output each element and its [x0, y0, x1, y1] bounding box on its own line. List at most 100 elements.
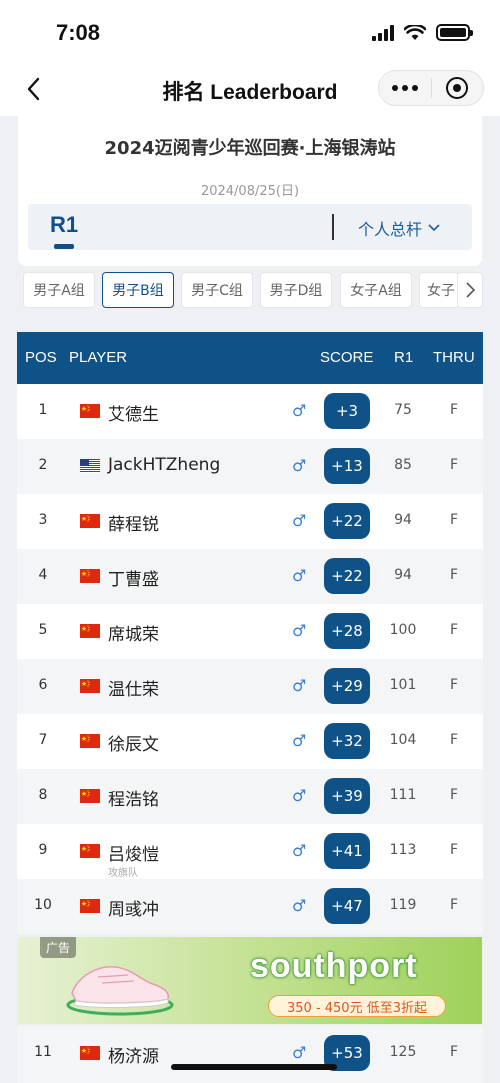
tab-group-1[interactable]: 男子B组: [102, 272, 174, 308]
table-row[interactable]: 1 艾德生 ♂ +3 75 F: [17, 384, 483, 439]
score-badge: +41: [324, 833, 370, 869]
thru-status: F: [449, 512, 459, 528]
cellular-signal-icon: [372, 24, 394, 41]
score-badge: +22: [324, 503, 370, 539]
event-header: 2024迈阅青少年巡回赛·上海银涛站 2024/08/25(日) R1 个人总杆: [18, 116, 482, 266]
close-mini-program-button[interactable]: [432, 71, 483, 105]
male-icon: ♂: [292, 676, 307, 695]
male-icon: ♂: [292, 731, 307, 750]
round-1-score: 75: [394, 402, 412, 418]
score-badge: +29: [324, 668, 370, 704]
table-row[interactable]: 8 程浩铭 ♂ +39 111 F: [17, 769, 483, 824]
tab-group-2[interactable]: 男子C组: [181, 272, 253, 308]
thru-status: F: [449, 897, 459, 913]
thru-status: F: [449, 842, 459, 858]
row-pos: 2: [38, 457, 48, 473]
row-pos: 3: [38, 512, 48, 528]
row-pos: 9: [38, 842, 48, 858]
thru-status: F: [449, 1044, 459, 1060]
table-row[interactable]: 2 JackHTZheng ♂ +13 85 F: [17, 439, 483, 494]
tab-group-0[interactable]: 男子A组: [23, 272, 95, 308]
player-name[interactable]: 周彧冲: [108, 895, 159, 920]
row-pos: 1: [38, 402, 48, 418]
player-team: 攻旗队: [108, 868, 138, 879]
status-icons: [372, 24, 473, 41]
more-options-button[interactable]: [379, 71, 431, 105]
player-name[interactable]: 席城荣: [108, 620, 159, 645]
china-flag-icon: [80, 898, 100, 913]
round-1-score: 119: [389, 897, 417, 913]
round-tab[interactable]: R1: [50, 212, 78, 238]
view-type-dropdown[interactable]: 个人总杆: [358, 216, 440, 240]
thru-status: F: [449, 677, 459, 693]
china-flag-icon: [80, 623, 100, 638]
round-1-score: 94: [394, 567, 412, 583]
view-type-label: 个人总杆: [358, 220, 423, 239]
male-icon: ♂: [292, 841, 307, 860]
player-name[interactable]: 薛程锐: [108, 510, 159, 535]
header-player: PLAYER: [69, 349, 128, 366]
thru-status: F: [449, 622, 459, 638]
score-badge: +32: [324, 723, 370, 759]
table-row[interactable]: 4 丁曹盛 ♂ +22 94 F: [17, 549, 483, 604]
male-icon: ♂: [292, 456, 307, 475]
player-name[interactable]: 温仕荣: [108, 675, 159, 700]
score-badge: +39: [324, 778, 370, 814]
male-icon: ♂: [292, 1043, 307, 1062]
target-close-icon: [446, 77, 469, 99]
tab-group-3[interactable]: 男子D组: [260, 272, 332, 308]
player-name[interactable]: 杨济源: [108, 1042, 159, 1067]
player-name[interactable]: 徐辰文: [108, 730, 159, 755]
china-flag-icon: [80, 788, 100, 803]
tabs-scroll-right-button[interactable]: [457, 272, 483, 308]
round-1-score: 104: [389, 732, 417, 748]
row-pos: 11: [34, 1044, 52, 1060]
status-bar: 7:08: [0, 0, 500, 64]
tab-group-4[interactable]: 女子A组: [340, 272, 412, 308]
thru-status: F: [449, 567, 459, 583]
score-badge: +3: [324, 393, 370, 429]
thru-status: F: [449, 457, 459, 473]
table-header: POS PLAYER SCORE R1 THRU: [17, 332, 483, 384]
player-name[interactable]: JackHTZheng: [108, 455, 220, 475]
round-1-score: 85: [394, 457, 412, 473]
ad-banner[interactable]: 广告 southport 350 - 450元 低至3折起: [18, 937, 482, 1024]
round-1-score: 113: [389, 842, 417, 858]
tab-group-5[interactable]: 女子: [419, 272, 459, 308]
score-badge: +22: [324, 558, 370, 594]
table-row[interactable]: 9 吕焌愷攻旗队 ♂ +41 113 F: [17, 824, 483, 879]
player-name[interactable]: 丁曹盛: [108, 565, 159, 590]
male-icon: ♂: [292, 896, 307, 915]
player-name[interactable]: 吕焌愷: [108, 840, 159, 865]
score-badge: +28: [324, 613, 370, 649]
table-row[interactable]: 11 杨济源 ♂ +53 125 F: [17, 1026, 483, 1083]
thru-status: F: [449, 732, 459, 748]
ad-promo: 350 - 450元 低至3折起: [268, 995, 446, 1017]
table-row[interactable]: 6 温仕荣 ♂ +29 101 F: [17, 659, 483, 714]
thru-status: F: [449, 402, 459, 418]
table-row[interactable]: 10 周彧冲 ♂ +47 119 F: [17, 879, 483, 934]
round-selector-bar: R1 个人总杆: [28, 204, 472, 250]
china-flag-icon: [80, 678, 100, 693]
row-pos: 10: [34, 897, 52, 913]
home-indicator: [171, 1064, 337, 1070]
male-icon: ♂: [292, 511, 307, 530]
wifi-icon: [404, 24, 426, 40]
male-icon: ♂: [292, 566, 307, 585]
round-1-score: 101: [389, 677, 417, 693]
player-name[interactable]: 程浩铭: [108, 785, 159, 810]
us-flag-icon: [80, 458, 100, 473]
ad-brand: southport: [250, 947, 418, 985]
table-row[interactable]: 7 徐辰文 ♂ +32 104 F: [17, 714, 483, 769]
round-tab-indicator: [54, 244, 74, 249]
header-r1: R1: [394, 349, 414, 366]
table-row[interactable]: 5 席城荣 ♂ +28 100 F: [17, 604, 483, 659]
row-pos: 5: [38, 622, 48, 638]
round-1-score: 125: [389, 1044, 417, 1060]
battery-icon: [436, 24, 473, 41]
player-name[interactable]: 艾德生: [108, 400, 159, 425]
china-flag-icon: [80, 403, 100, 418]
event-date: 2024/08/25(日): [200, 184, 300, 199]
table-row[interactable]: 3 薛程锐 ♂ +22 94 F: [17, 494, 483, 549]
chevron-down-icon: [428, 224, 440, 232]
